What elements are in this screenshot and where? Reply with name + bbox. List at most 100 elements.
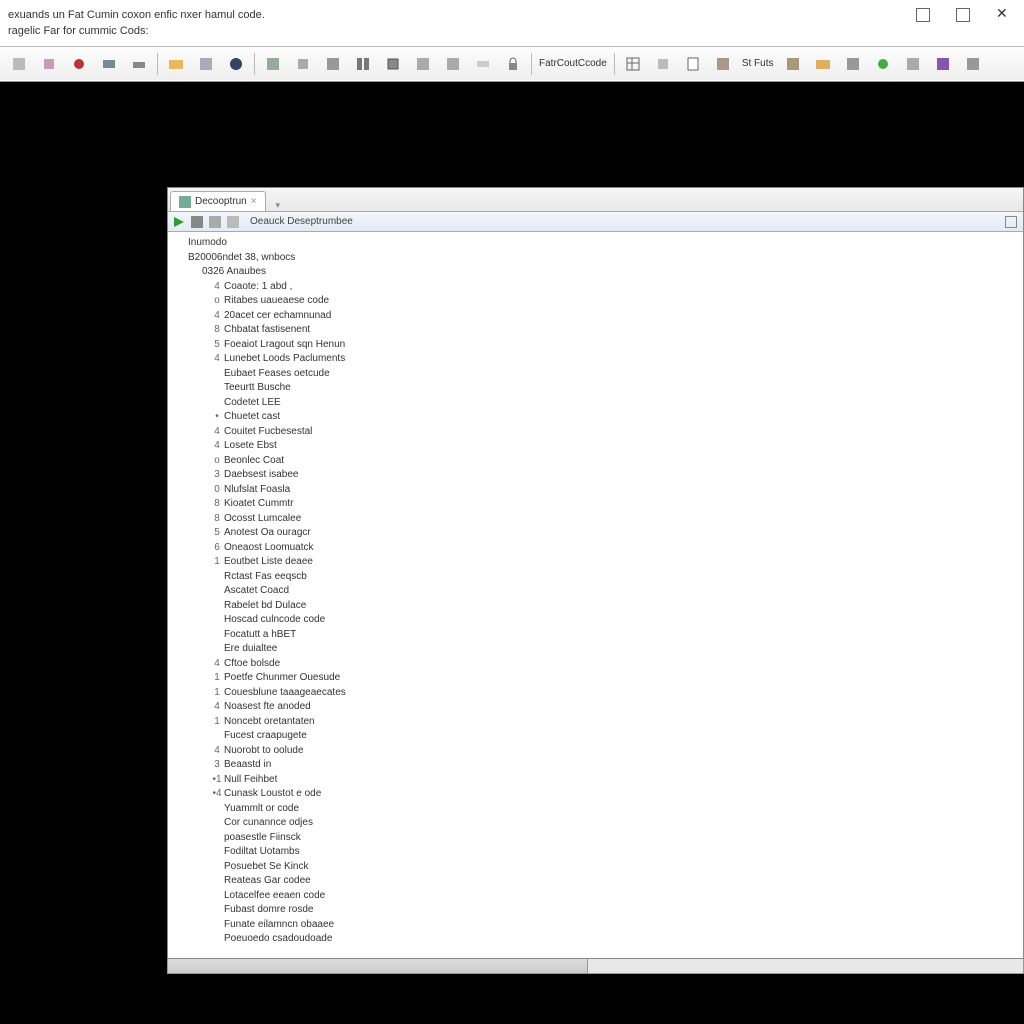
tool-icon-24[interactable] <box>868 51 898 77</box>
tool-icon-20[interactable] <box>708 51 738 77</box>
tree-row[interactable]: Codetet LEE <box>168 396 1023 411</box>
tool-icon-23[interactable] <box>838 51 868 77</box>
expand-marker[interactable]: 5 <box>212 526 222 541</box>
expand-marker[interactable]: 4 <box>212 280 222 295</box>
panel-tool-4[interactable] <box>226 215 240 229</box>
tab-close-icon[interactable]: × <box>251 196 257 207</box>
panel-tool-3[interactable] <box>208 215 222 229</box>
expand-marker[interactable]: 4 <box>212 657 222 672</box>
expand-marker[interactable]: 4 <box>212 352 222 367</box>
panel-toolbar-end-button[interactable] <box>1005 216 1017 228</box>
tool-icon-25[interactable] <box>898 51 928 77</box>
scrollbar-thumb[interactable] <box>168 959 588 973</box>
expand-marker[interactable]: 4 <box>212 439 222 454</box>
lock-icon[interactable] <box>498 51 528 77</box>
tree-row[interactable]: 8Chbatat fastisenent <box>168 323 1023 338</box>
tool-icon-27[interactable] <box>958 51 988 77</box>
tree-row[interactable]: •Chuetet cast <box>168 410 1023 425</box>
panel-tool-2[interactable] <box>190 215 204 229</box>
tool-icon-14[interactable] <box>408 51 438 77</box>
tree-row[interactable]: 5Foeaiot Lragout sqn Henun <box>168 338 1023 353</box>
expand-marker[interactable]: 3 <box>212 758 222 773</box>
tree-row[interactable]: Fubast domre rosde <box>168 903 1023 918</box>
tree-row[interactable]: 0Nlufslat Foasla <box>168 483 1023 498</box>
tree-row[interactable]: Lotacelfee eeaen code <box>168 889 1023 904</box>
tool-icon-2[interactable] <box>34 51 64 77</box>
expand-marker[interactable]: •4 <box>212 787 222 802</box>
tree-row[interactable]: Rabelet bd Dulace <box>168 599 1023 614</box>
tree-row[interactable]: Posuebet Se Kinck <box>168 860 1023 875</box>
maximize-button[interactable] <box>956 8 970 22</box>
expand-marker[interactable]: 5 <box>212 338 222 353</box>
horizontal-scrollbar[interactable] <box>167 959 1024 974</box>
tool-icon-9[interactable] <box>258 51 288 77</box>
tree-row[interactable]: Hoscad culncode code <box>168 613 1023 628</box>
tool-icon-11[interactable] <box>318 51 348 77</box>
tree-row[interactable]: 4Cftoe bolsde <box>168 657 1023 672</box>
tab-dropdown-icon[interactable]: ▾ <box>270 200 287 211</box>
run-icon[interactable] <box>172 215 186 229</box>
tree-row[interactable]: 0326 Anaubes <box>168 265 1023 280</box>
expand-marker[interactable]: 8 <box>212 512 222 527</box>
tree-row[interactable]: 4Lunebet Loods Pacluments <box>168 352 1023 367</box>
tree-row[interactable]: •1Null Feihbet <box>168 773 1023 788</box>
tree-row[interactable]: poasestle Fiinsck <box>168 831 1023 846</box>
tool-icon-7[interactable] <box>191 51 221 77</box>
tool-icon-8[interactable] <box>221 51 251 77</box>
folder-open-icon[interactable] <box>808 51 838 77</box>
tree-row[interactable]: Eubaet Feases oetcude <box>168 367 1023 382</box>
tree-row[interactable]: Ascatet Coacd <box>168 584 1023 599</box>
tree-row[interactable]: Funate eilamncn obaaee <box>168 918 1023 933</box>
tool-icon-18[interactable] <box>648 51 678 77</box>
tree-row[interactable]: 3Beaastd in <box>168 758 1023 773</box>
tool-icon-16[interactable] <box>468 51 498 77</box>
tree-row[interactable]: Poeuoedo csadoudoade <box>168 932 1023 947</box>
expand-marker[interactable]: 4 <box>212 425 222 440</box>
expand-marker[interactable]: 6 <box>212 541 222 556</box>
tool-icon-13[interactable] <box>378 51 408 77</box>
tool-icon-26[interactable] <box>928 51 958 77</box>
tree-row[interactable]: oBeonlec Coat <box>168 454 1023 469</box>
tree-row[interactable]: 4Losete Ebst <box>168 439 1023 454</box>
tree-row[interactable]: Reateas Gar codee <box>168 874 1023 889</box>
tree-row[interactable]: 4Couitet Fucbesestal <box>168 425 1023 440</box>
tool-icon-5[interactable] <box>124 51 154 77</box>
grid-icon[interactable] <box>618 51 648 77</box>
tree-row[interactable]: 4Noasest fte anoded <box>168 700 1023 715</box>
tree-row[interactable]: Yuammlt or code <box>168 802 1023 817</box>
tree-row[interactable]: Teeurtt Busche <box>168 381 1023 396</box>
tree-row[interactable]: Fodiltat Uotambs <box>168 845 1023 860</box>
expand-marker[interactable]: 4 <box>212 744 222 759</box>
tree-row[interactable]: •4Cunask Loustot e ode <box>168 787 1023 802</box>
tool-icon-4[interactable] <box>94 51 124 77</box>
expand-marker[interactable]: 8 <box>212 323 222 338</box>
tree-row[interactable]: B20006ndet 38, wnbocs <box>168 251 1023 266</box>
tool-icon-1[interactable] <box>4 51 34 77</box>
expand-marker[interactable]: 8 <box>212 497 222 512</box>
tree-row[interactable]: 4Coaote: 1 abd , <box>168 280 1023 295</box>
tree-row[interactable]: 3Daebsest isabee <box>168 468 1023 483</box>
tree-row[interactable]: Inumodo <box>168 236 1023 251</box>
tree-row[interactable]: 4Nuorobt to oolude <box>168 744 1023 759</box>
tab-decooptrun[interactable]: Decooptrun × <box>170 191 266 211</box>
expand-marker[interactable]: •1 <box>212 773 222 788</box>
tree-row[interactable]: Focatutt a hBET <box>168 628 1023 643</box>
expand-marker[interactable]: o <box>212 454 222 469</box>
tree-row[interactable]: 1Couesblune taaageaecates <box>168 686 1023 701</box>
tree-view[interactable]: Inumodo B20006ndet 38, wnbocs 0326 Anaub… <box>168 232 1023 958</box>
tree-row[interactable]: 1Poetfe Chunmer Ouesude <box>168 671 1023 686</box>
expand-marker[interactable]: 1 <box>212 555 222 570</box>
book-icon[interactable] <box>348 51 378 77</box>
tree-row[interactable]: Rctast Fas eeqscb <box>168 570 1023 585</box>
tree-row[interactable]: Fucest craapugete <box>168 729 1023 744</box>
tree-row[interactable]: 5Anotest Oa ouragcr <box>168 526 1023 541</box>
tree-row[interactable]: oRitabes uaueaese code <box>168 294 1023 309</box>
expand-marker[interactable]: 4 <box>212 309 222 324</box>
expand-marker[interactable]: o <box>212 294 222 309</box>
expand-marker[interactable]: 4 <box>212 700 222 715</box>
tree-row[interactable]: Ere duialtee <box>168 642 1023 657</box>
tree-row[interactable]: 8Kioatet Cummtr <box>168 497 1023 512</box>
tool-icon-10[interactable] <box>288 51 318 77</box>
minimize-button[interactable] <box>916 8 930 22</box>
close-button[interactable]: ✕ <box>996 8 1010 22</box>
